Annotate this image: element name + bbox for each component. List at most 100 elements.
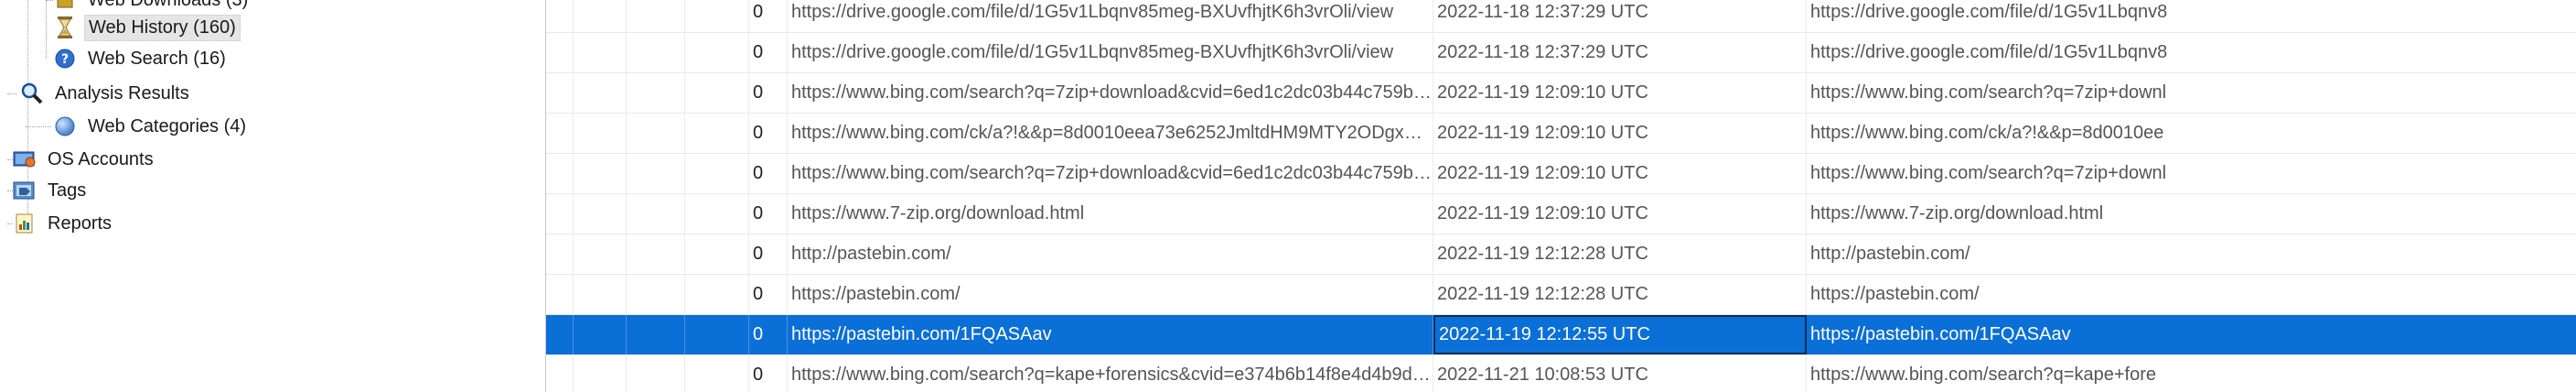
comment-cell[interactable] (627, 234, 685, 274)
status-cell[interactable] (574, 315, 627, 354)
table-row[interactable]: 0 https://www.7-zip.org/download.html 2022… (546, 194, 2576, 234)
score-cell[interactable] (685, 114, 749, 153)
date-accessed-cell[interactable]: 2022-11-19 12:09:10 UTC (1433, 154, 1807, 193)
url-cell[interactable]: https://www.bing.com/ck/a?!&&p=8d0010eea… (788, 114, 1433, 153)
referrer-url-cell[interactable]: http://pastebin.com/ (1807, 234, 2576, 274)
flag-cell[interactable] (546, 0, 574, 32)
score-cell[interactable] (685, 234, 749, 274)
results-table[interactable]: 0 https://drive.google.com/file/d/1G5v1Lb… (545, 0, 2576, 392)
status-cell[interactable] (574, 33, 627, 72)
referrer-url-cell[interactable]: https://drive.google.com/file/d/1G5v1Lbq… (1807, 33, 2576, 72)
occurrences-cell[interactable]: 0 (749, 33, 788, 72)
flag-cell[interactable] (546, 73, 574, 113)
url-cell[interactable]: https://pastebin.com/1FQASAav (788, 315, 1433, 354)
status-cell[interactable] (574, 194, 627, 234)
table-row[interactable]: 0 http://pastebin.com/2022-11-19 12:12:28… (546, 234, 2576, 275)
url-cell[interactable]: https://www.bing.com/search?q=7zip+downl… (788, 154, 1433, 193)
url-cell[interactable]: https://drive.google.com/file/d/1G5v1Lbq… (788, 0, 1433, 32)
referrer-url-cell[interactable]: https://www.bing.com/search?q=7zip+downl (1807, 73, 2576, 113)
comment-cell[interactable] (627, 114, 685, 153)
score-cell[interactable] (685, 154, 749, 193)
comment-cell[interactable] (627, 33, 685, 72)
status-cell[interactable] (574, 355, 627, 392)
tree-item-tags[interactable]: Tags (7, 176, 90, 205)
status-cell[interactable] (574, 0, 627, 32)
table-row[interactable]: 0 https://www.bing.com/ck/a?!&&p=8d0010ee… (546, 114, 2576, 154)
occurrences-cell[interactable]: 0 (749, 275, 788, 314)
url-cell[interactable]: http://pastebin.com/ (788, 234, 1433, 274)
table-row[interactable]: 0 https://www.bing.com/search?q=kape+fore… (546, 355, 2576, 392)
status-cell[interactable] (574, 275, 627, 314)
directory-tree[interactable]: Web Downloads (3) Web History (160) ? We… (0, 0, 545, 392)
date-accessed-cell[interactable]: 2022-11-18 12:37:29 UTC (1433, 0, 1807, 32)
url-cell[interactable]: https://pastebin.com/ (788, 275, 1433, 314)
tree-item-web-categories[interactable]: Web Categories (4) (26, 112, 250, 141)
flag-cell[interactable] (546, 315, 574, 354)
flag-cell[interactable] (546, 355, 574, 392)
score-cell[interactable] (685, 194, 749, 234)
occurrences-cell[interactable]: 0 (749, 315, 788, 354)
report-icon (13, 212, 37, 235)
score-cell[interactable] (685, 275, 749, 314)
score-cell[interactable] (685, 73, 749, 113)
referrer-url-cell[interactable]: https://pastebin.com/ (1807, 275, 2576, 314)
occurrences-cell[interactable]: 0 (749, 234, 788, 274)
status-cell[interactable] (574, 154, 627, 193)
date-accessed-cell[interactable]: 2022-11-19 12:09:10 UTC (1433, 194, 1807, 234)
table-row[interactable]: 0 https://drive.google.com/file/d/1G5v1Lb… (546, 33, 2576, 73)
comment-cell[interactable] (627, 73, 685, 113)
table-row[interactable]: 0 https://www.bing.com/search?q=7zip+down… (546, 154, 2576, 194)
occurrences-cell[interactable]: 0 (749, 355, 788, 392)
referrer-url-cell[interactable]: https://www.bing.com/ck/a?!&&p=8d0010ee (1807, 114, 2576, 153)
score-cell[interactable] (685, 33, 749, 72)
flag-cell[interactable] (546, 154, 574, 193)
flag-cell[interactable] (546, 194, 574, 234)
status-cell[interactable] (574, 234, 627, 274)
comment-cell[interactable] (627, 0, 685, 32)
referrer-url-cell[interactable]: https://pastebin.com/1FQASAav (1807, 315, 2576, 354)
flag-cell[interactable] (546, 234, 574, 274)
table-row[interactable]: 0 https://pastebin.com/1FQASAav 2022-11-19… (546, 315, 2576, 355)
status-cell[interactable] (574, 73, 627, 113)
referrer-url-cell[interactable]: https://drive.google.com/file/d/1G5v1Lbq… (1807, 0, 2576, 32)
tree-item-reports[interactable]: Reports (7, 209, 115, 238)
date-accessed-cell[interactable]: 2022-11-21 10:08:53 UTC (1433, 355, 1807, 392)
date-accessed-cell[interactable]: 2022-11-18 12:37:29 UTC (1433, 33, 1807, 72)
date-accessed-cell[interactable]: 2022-11-19 12:12:28 UTC (1433, 234, 1807, 274)
flag-cell[interactable] (546, 275, 574, 314)
tree-item-os-accounts[interactable]: OS Accounts (7, 145, 157, 174)
comment-cell[interactable] (627, 355, 685, 392)
score-cell[interactable] (685, 315, 749, 354)
status-cell[interactable] (574, 114, 627, 153)
score-cell[interactable] (685, 355, 749, 392)
referrer-url-cell[interactable]: https://www.bing.com/search?q=7zip+downl (1807, 154, 2576, 193)
table-row[interactable]: 0 https://drive.google.com/file/d/1G5v1Lb… (546, 0, 2576, 33)
occurrences-cell[interactable]: 0 (749, 73, 788, 113)
comment-cell[interactable] (627, 194, 685, 234)
occurrences-cell[interactable]: 0 (749, 0, 788, 32)
occurrences-cell[interactable]: 0 (749, 114, 788, 153)
comment-cell[interactable] (627, 315, 685, 354)
url-cell[interactable]: https://www.7-zip.org/download.html (788, 194, 1433, 234)
date-accessed-cell[interactable]: 2022-11-19 12:09:10 UTC (1433, 114, 1807, 153)
referrer-url-cell[interactable]: https://www.7-zip.org/download.html (1807, 194, 2576, 234)
occurrences-cell[interactable]: 0 (749, 194, 788, 234)
date-accessed-cell[interactable]: 2022-11-19 12:12:55 UTC (1433, 315, 1807, 354)
table-row[interactable]: 0 https://pastebin.com/2022-11-19 12:12:2… (546, 275, 2576, 315)
comment-cell[interactable] (627, 154, 685, 193)
url-cell[interactable]: https://www.bing.com/search?q=7zip+downl… (788, 73, 1433, 113)
flag-cell[interactable] (546, 114, 574, 153)
comment-cell[interactable] (627, 275, 685, 314)
url-cell[interactable]: https://www.bing.com/search?q=kape+foren… (788, 355, 1433, 392)
tree-item-web-history[interactable]: Web History (160) (53, 13, 241, 42)
tree-item-web-search[interactable]: ? Web Search (16) (53, 44, 230, 73)
score-cell[interactable] (685, 0, 749, 32)
referrer-url-cell[interactable]: https://www.bing.com/search?q=kape+fore (1807, 355, 2576, 392)
flag-cell[interactable] (546, 33, 574, 72)
tree-item-analysis-results[interactable]: Analysis Results (7, 79, 193, 108)
url-cell[interactable]: https://drive.google.com/file/d/1G5v1Lbq… (788, 33, 1433, 72)
table-row[interactable]: 0 https://www.bing.com/search?q=7zip+down… (546, 73, 2576, 114)
date-accessed-cell[interactable]: 2022-11-19 12:12:28 UTC (1433, 275, 1807, 314)
occurrences-cell[interactable]: 0 (749, 154, 788, 193)
date-accessed-cell[interactable]: 2022-11-19 12:09:10 UTC (1433, 73, 1807, 113)
